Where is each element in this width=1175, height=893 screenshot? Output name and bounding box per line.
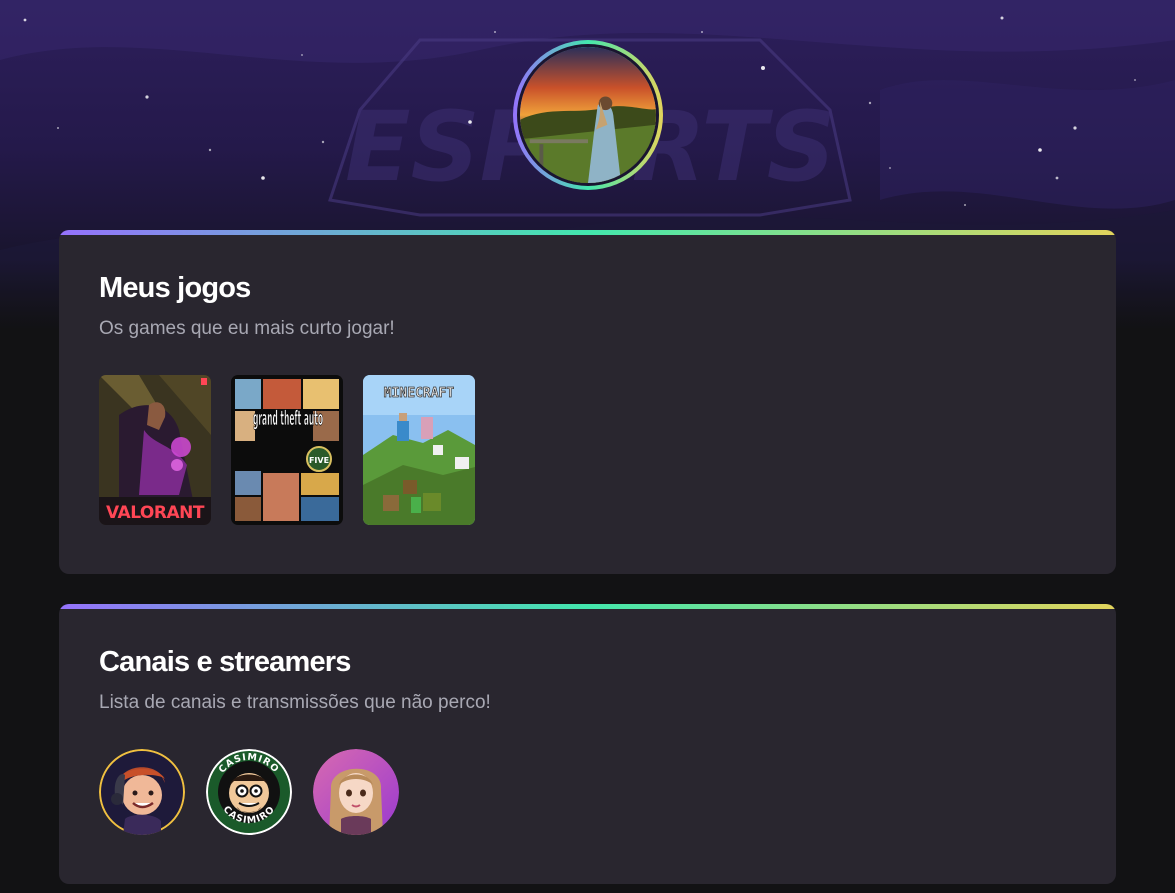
streamers-subtitle: Lista de canais e transmissões que não p… [99,692,491,713]
games-title: Meus jogos [99,272,251,304]
games-subtitle: Os games que eu mais curto jogar! [99,318,395,339]
game-cover-gta-v[interactable]: grand theft auto FIVE [231,375,343,525]
game-cover-valorant[interactable]: VALORANT [99,375,211,525]
streamer-avatar-casimiro[interactable]: CASIMIRO CASIMIRO [206,749,292,835]
streamers-title: Canais e streamers [99,646,351,678]
gta-logo-text: grand theft auto [253,406,323,430]
streamers-card: Canais e streamers Lista de canais e tra… [59,604,1116,884]
games-list: VALORANT grand theft auto FIVE MINECRAFT [99,375,475,525]
minecraft-logo-text: MINECRAFT [384,386,455,401]
streamers-list: CASIMIRO CASIMIRO [99,749,399,835]
profile-avatar [517,44,659,186]
gta-five-badge: FIVE [309,456,329,465]
streamer-avatar-3[interactable] [313,749,399,835]
profile-avatar-ring [513,40,663,190]
games-card: Meus jogos Os games que eu mais curto jo… [59,230,1116,574]
game-cover-minecraft[interactable]: MINECRAFT [363,375,475,525]
valorant-logo-text: VALORANT [106,503,205,523]
streamer-avatar-1[interactable] [99,749,185,835]
